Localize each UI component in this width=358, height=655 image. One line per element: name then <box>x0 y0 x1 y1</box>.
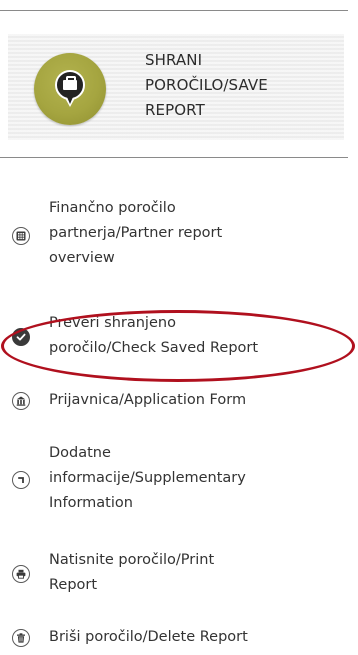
top-divider <box>0 10 348 11</box>
pin-tail-inner <box>67 97 73 104</box>
check-icon <box>12 328 30 346</box>
menu-label-line: Briši poročilo/Delete Report <box>49 629 248 645</box>
trash-icon <box>12 629 30 647</box>
save-report-label: SHRANI POROČILO/SAVE REPORT <box>145 48 335 123</box>
menu-item-supplementary-information[interactable]: Dodatne informacije/Supplementary Inform… <box>12 441 358 516</box>
menu-label-line: informacije/Supplementary <box>49 470 246 486</box>
menu-label-line: Natisnite poročilo/Print <box>49 552 215 568</box>
menu-item-label: Natisnite poročilo/Print Report <box>49 548 358 598</box>
menu-item-label: Preveri shranjeno poročilo/Check Saved R… <box>49 311 358 361</box>
menu-item-label: Dodatne informacije/Supplementary Inform… <box>49 441 358 516</box>
save-report-button[interactable]: SHRANI POROČILO/SAVE REPORT <box>8 34 344 140</box>
menu-item-label: Finančno poročilo partnerja/Partner repo… <box>49 196 358 271</box>
save-label-line: POROČILO/SAVE <box>145 76 268 94</box>
menu-item-partner-report[interactable]: Finančno poročilo partnerja/Partner repo… <box>12 196 358 271</box>
menu-label-line: Information <box>49 495 133 511</box>
save-label-line: REPORT <box>145 101 205 119</box>
menu-item-print-report[interactable]: Natisnite poročilo/Print Report <box>12 548 358 598</box>
menu-label-line: Report <box>49 577 98 593</box>
menu-item-application-form[interactable]: Prijavnica/Application Form <box>12 388 358 414</box>
menu-label-line: Dodatne <box>49 445 111 461</box>
menu-label-line: Finančno poročilo <box>49 200 176 216</box>
menu-label-line: poročilo/Check Saved Report <box>49 340 259 356</box>
save-label-line: SHRANI <box>145 51 203 69</box>
menu-label-line: Prijavnica/Application Form <box>49 392 247 408</box>
printer-icon <box>12 565 30 583</box>
menu-item-check-saved-report[interactable]: Preveri shranjeno poročilo/Check Saved R… <box>12 311 358 361</box>
building-icon <box>12 392 30 410</box>
briefcase-body <box>63 80 77 90</box>
corner-arrow-icon <box>12 471 30 489</box>
menu-label-line: partnerja/Partner report <box>49 225 223 241</box>
menu-item-label: Prijavnica/Application Form <box>49 388 358 413</box>
menu-item-label: Briši poročilo/Delete Report <box>49 625 358 650</box>
section-divider <box>0 157 348 158</box>
menu-label-line: overview <box>49 250 115 266</box>
menu-item-delete-report[interactable]: Briši poročilo/Delete Report <box>12 625 358 651</box>
calculator-icon <box>12 227 30 245</box>
menu-label-line: Preveri shranjeno <box>49 315 176 331</box>
briefcase-pin-icon <box>34 53 106 125</box>
